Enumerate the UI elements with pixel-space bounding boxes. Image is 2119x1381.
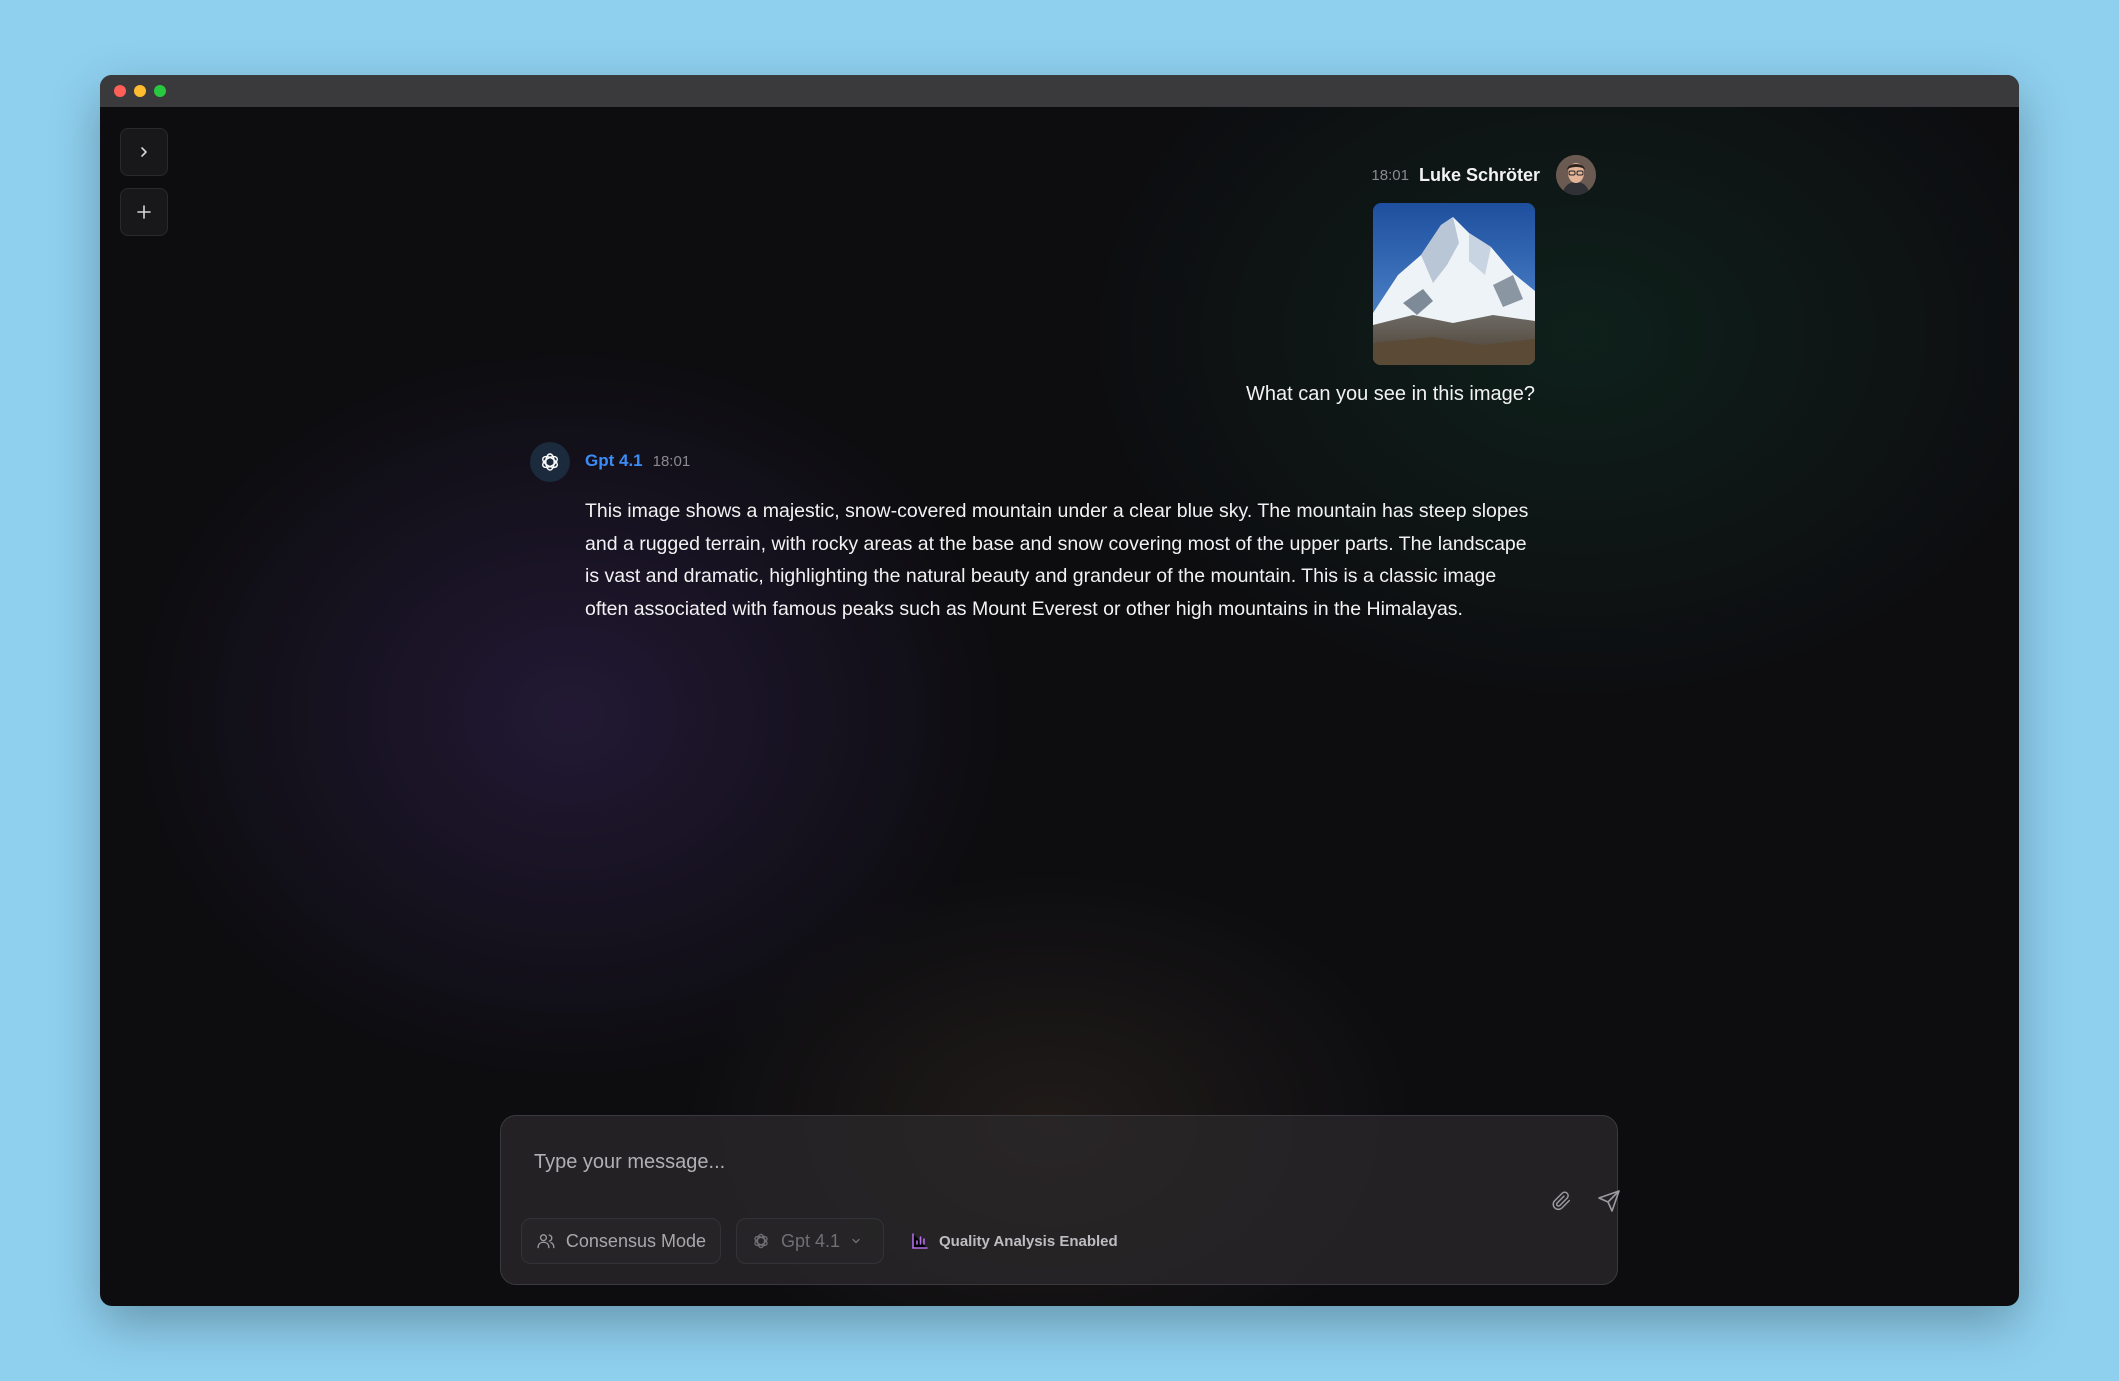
quality-analysis-status: Quality Analysis Enabled: [911, 1218, 1118, 1264]
users-icon: [537, 1234, 555, 1249]
message-composer: Consensus Mode Gpt 4.1: [500, 1115, 1620, 1285]
chevron-down-icon: [852, 1238, 860, 1244]
plus-icon: [137, 205, 151, 219]
consensus-mode-label: Consensus Mode: [565, 1230, 706, 1251]
chevron-right-icon: [141, 147, 147, 157]
attach-button[interactable]: [1547, 1186, 1577, 1216]
minimize-window-button[interactable]: [134, 85, 146, 97]
app-window: 18:01 Luke Schröter What can you see in …: [100, 75, 2019, 1306]
new-chat-button[interactable]: [120, 188, 168, 236]
send-button[interactable]: [1594, 1186, 1624, 1216]
user-avatar[interactable]: [1556, 155, 1596, 195]
avatar-portrait: [1556, 155, 1596, 195]
quality-analysis-label: Quality Analysis Enabled: [939, 1232, 1118, 1250]
mountain-photo: [1373, 203, 1535, 365]
message-input[interactable]: [534, 1148, 1434, 1176]
assistant-message-time: 18:01: [652, 453, 691, 470]
assistant-model-name: Gpt 4.1: [585, 451, 643, 470]
bar-chart-icon: [912, 1233, 928, 1249]
assistant-message-header: Gpt 4.1 18:01: [585, 451, 690, 471]
expand-sidebar-button[interactable]: [120, 128, 168, 176]
paperclip-icon: [1552, 1191, 1571, 1211]
user-message-time: 18:01: [1371, 166, 1409, 184]
model-selector[interactable]: Gpt 4.1: [736, 1218, 884, 1264]
openai-logo-icon: [542, 453, 558, 471]
consensus-mode-button[interactable]: Consensus Mode: [521, 1218, 721, 1264]
close-window-button[interactable]: [114, 85, 126, 97]
attached-mountain-image[interactable]: [1373, 203, 1535, 365]
user-name: Luke Schröter: [1418, 164, 1540, 185]
user-message-text: What can you see in this image?: [1245, 383, 1535, 405]
maximize-window-button[interactable]: [154, 85, 166, 97]
assistant-message-text: This image shows a majestic, snow-covere…: [585, 500, 1529, 620]
assistant-avatar: [530, 442, 570, 482]
send-icon: [1598, 1190, 1620, 1212]
model-selector-label: Gpt 4.1: [781, 1230, 841, 1251]
user-message-header: 18:01 Luke Schröter: [1371, 153, 1596, 197]
openai-logo-icon: [754, 1233, 768, 1249]
title-bar: [100, 75, 2019, 107]
